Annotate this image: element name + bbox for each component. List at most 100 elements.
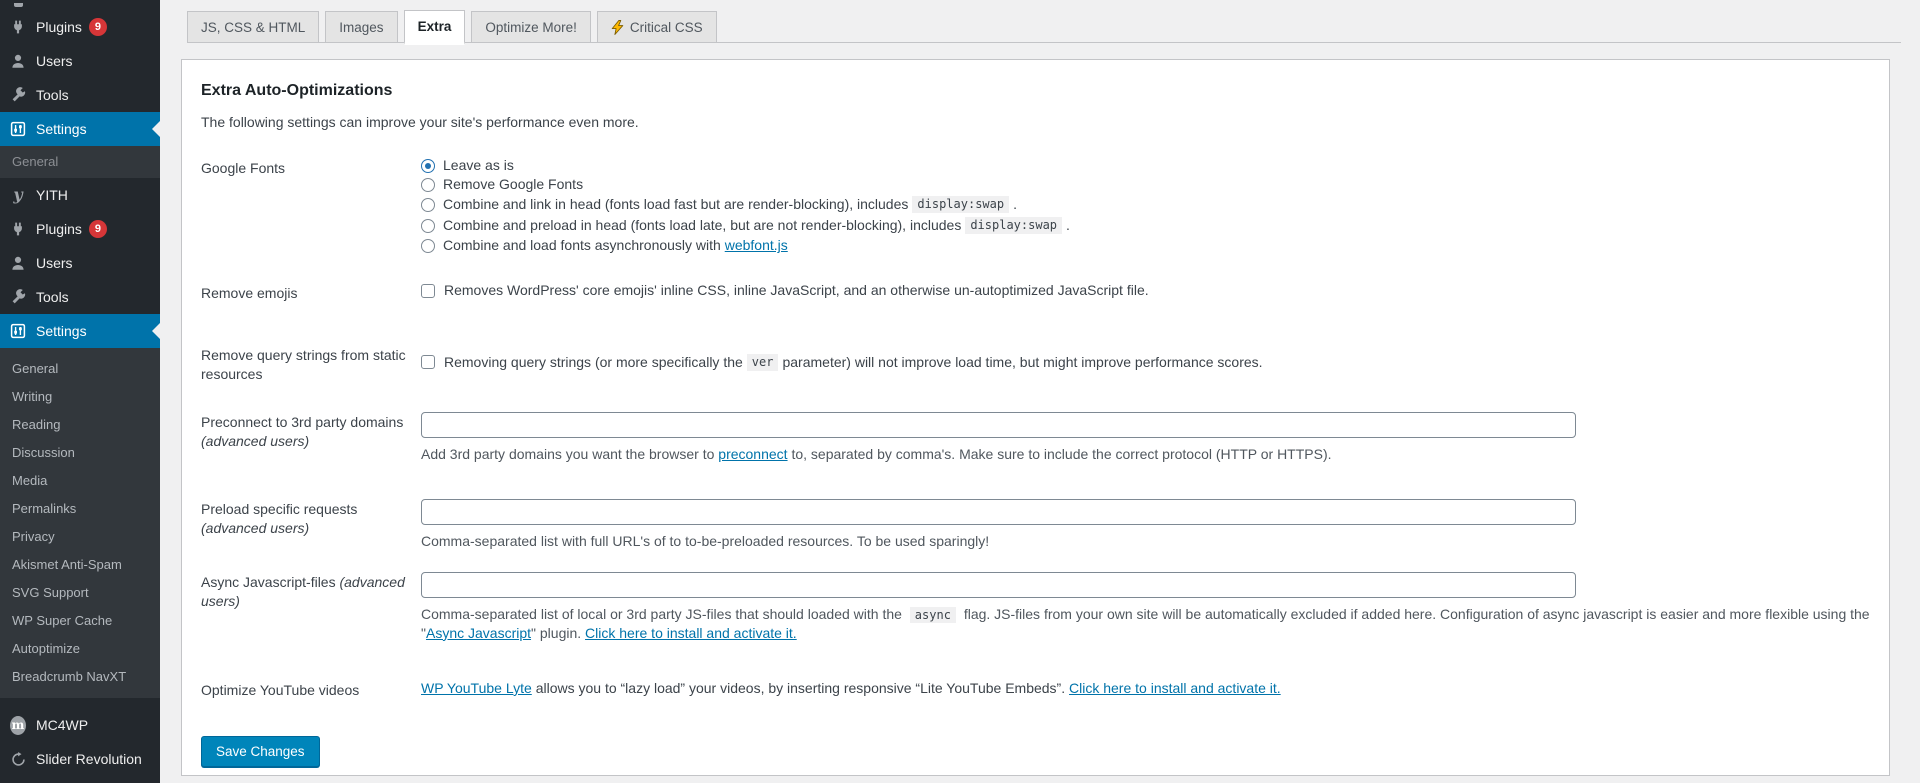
field-label: Remove query strings from static resourc… — [201, 345, 421, 384]
main-content: JS, CSS & HTML Images Extra Optimize Mor… — [160, 0, 1920, 783]
submenu-item-wp-super-cache[interactable]: WP Super Cache — [0, 607, 160, 635]
tab-critical-css[interactable]: Critical CSS — [597, 11, 717, 43]
sidebar-item-tools[interactable]: Tools — [0, 78, 160, 112]
tab-optimize-more[interactable]: Optimize More! — [471, 11, 591, 43]
submenu-item-general[interactable]: General — [0, 148, 160, 176]
radio-button[interactable] — [421, 219, 435, 233]
sidebar-item-users-2[interactable]: Users — [0, 246, 160, 280]
row-google-fonts: Google Fonts Leave as is Remove Google F… — [201, 158, 1870, 253]
page-title: Extra Auto-Optimizations — [201, 82, 1870, 100]
checkbox[interactable] — [421, 284, 435, 298]
sidebar-item-label: Tools — [36, 87, 69, 103]
users-icon — [10, 255, 26, 271]
field-label: Optimize YouTube videos — [201, 680, 421, 700]
webfont-js-link[interactable]: webfont.js — [725, 238, 788, 253]
submenu-item-akismet[interactable]: Akismet Anti-Spam — [0, 551, 160, 579]
plug-icon — [10, 221, 26, 237]
sidebar-item-label: Slider Revolution — [36, 751, 142, 767]
submenu-item-writing[interactable]: Writing — [0, 383, 160, 411]
submenu-item-permalinks[interactable]: Permalinks — [0, 495, 160, 523]
sidebar-item-settings-2[interactable]: Settings — [0, 314, 160, 348]
install-activate-async-link[interactable]: Click here to install and activate it. — [585, 625, 797, 641]
sidebar-top-cutoff — [0, 0, 160, 10]
update-count-badge: 9 — [89, 220, 107, 238]
wrench-icon — [10, 289, 26, 305]
settings-submenu-collapsed: General — [0, 146, 160, 178]
radio-button[interactable] — [421, 239, 435, 253]
preconnect-link[interactable]: preconnect — [718, 446, 787, 462]
code-display-swap: display:swap — [912, 196, 1009, 213]
async-js-help: Comma-separated list of local or 3rd par… — [421, 605, 1870, 642]
partial-menu-icon — [14, 3, 23, 7]
sidebar-item-plugins[interactable]: Plugins 9 — [0, 10, 160, 44]
submenu-item-reading[interactable]: Reading — [0, 411, 160, 439]
users-icon — [10, 53, 26, 69]
preconnect-domains-input[interactable] — [421, 412, 1576, 438]
submenu-item-svg-support[interactable]: SVG Support — [0, 579, 160, 607]
radio-button[interactable] — [421, 198, 435, 212]
async-js-files-input[interactable] — [421, 572, 1576, 598]
submenu-item-discussion[interactable]: Discussion — [0, 439, 160, 467]
sidebar-item-label: Tools — [36, 289, 69, 305]
sidebar-item-label: Settings — [36, 121, 87, 137]
install-activate-lyte-link[interactable]: Click here to install and activate it. — [1069, 680, 1281, 696]
radio-option-combine-preload-head: Combine and preload in head (fonts load … — [421, 217, 1870, 234]
youtube-desc: WP YouTube Lyte allows you to “lazy load… — [421, 680, 1870, 700]
tab-js-css-html[interactable]: JS, CSS & HTML — [187, 11, 319, 43]
radio-button[interactable] — [421, 178, 435, 192]
sidebar-item-yith[interactable]: y YITH — [0, 178, 160, 212]
radio-option-remove-google-fonts: Remove Google Fonts — [421, 177, 1870, 192]
sidebar-item-label: YITH — [36, 187, 68, 203]
async-javascript-plugin-link[interactable]: Async Javascript — [426, 625, 531, 641]
checkbox[interactable] — [421, 355, 435, 369]
preload-requests-input[interactable] — [421, 499, 1576, 525]
save-changes-button[interactable]: Save Changes — [201, 736, 320, 767]
sidebar-item-settings[interactable]: Settings — [0, 112, 160, 146]
radio-option-combine-load-async: Combine and load fonts asynchronously wi… — [421, 238, 1870, 253]
wp-youtube-lyte-link[interactable]: WP YouTube Lyte — [421, 680, 532, 696]
sidebar-item-label: MC4WP — [36, 717, 88, 733]
sidebar-item-label: Plugins — [36, 221, 82, 237]
submenu-item-privacy[interactable]: Privacy — [0, 523, 160, 551]
row-async-js: Async Javascript-files (advanced users) … — [201, 572, 1870, 642]
sidebar-item-label: Users — [36, 53, 73, 69]
update-count-badge: 9 — [89, 18, 107, 36]
sidebar-item-plugins-2[interactable]: Plugins 9 — [0, 212, 160, 246]
admin-sidebar: Plugins 9 Users Tools Settings General y… — [0, 0, 160, 783]
code-ver: ver — [747, 354, 779, 371]
settings-sliders-icon — [10, 121, 26, 137]
field-label: Preload specific requests (advanced user… — [201, 499, 421, 550]
slider-revolution-icon — [10, 751, 26, 767]
field-label: Async Javascript-files (advanced users) — [201, 572, 421, 642]
sidebar-item-users[interactable]: Users — [0, 44, 160, 78]
tab-images[interactable]: Images — [325, 11, 397, 43]
yith-icon: y — [10, 187, 26, 203]
field-label: Remove emojis — [201, 283, 421, 303]
radio-button[interactable] — [421, 159, 435, 173]
row-query-strings: Remove query strings from static resourc… — [201, 345, 1870, 384]
sidebar-item-label: Users — [36, 255, 73, 271]
preconnect-help: Add 3rd party domains you want the brows… — [421, 445, 1870, 463]
row-preconnect: Preconnect to 3rd party domains (advance… — [201, 412, 1870, 463]
lightning-bolt-icon — [611, 20, 624, 35]
preload-help: Comma-separated list with full URL's of … — [421, 532, 1870, 550]
radio-option-combine-link-head: Combine and link in head (fonts load fas… — [421, 196, 1870, 213]
sidebar-item-slider-revolution[interactable]: Slider Revolution — [0, 742, 160, 776]
code-async: async — [910, 607, 956, 623]
nav-tabs: JS, CSS & HTML Images Extra Optimize Mor… — [187, 0, 1901, 43]
submenu-item-media[interactable]: Media — [0, 467, 160, 495]
row-remove-emojis: Remove emojis Removes WordPress' core em… — [201, 283, 1870, 303]
submenu-item-autoptimize[interactable]: Autoptimize — [0, 635, 160, 663]
submenu-item-general[interactable]: General — [0, 355, 160, 383]
tab-extra[interactable]: Extra — [404, 10, 466, 45]
mc4wp-icon: m — [10, 717, 26, 733]
submenu-item-breadcrumb-navxt[interactable]: Breadcrumb NavXT — [0, 663, 160, 691]
checkbox-option-query-strings: Removing query strings (or more specific… — [421, 354, 1870, 371]
sidebar-item-mc4wp[interactable]: m MC4WP — [0, 708, 160, 742]
sidebar-item-tools-2[interactable]: Tools — [0, 280, 160, 314]
field-label: Preconnect to 3rd party domains (advance… — [201, 412, 421, 463]
checkbox-option-remove-emojis: Removes WordPress' core emojis' inline C… — [421, 283, 1870, 298]
code-display-swap: display:swap — [965, 217, 1062, 234]
extra-settings-panel: Extra Auto-Optimizations The following s… — [181, 59, 1890, 776]
field-label: Google Fonts — [201, 158, 421, 253]
